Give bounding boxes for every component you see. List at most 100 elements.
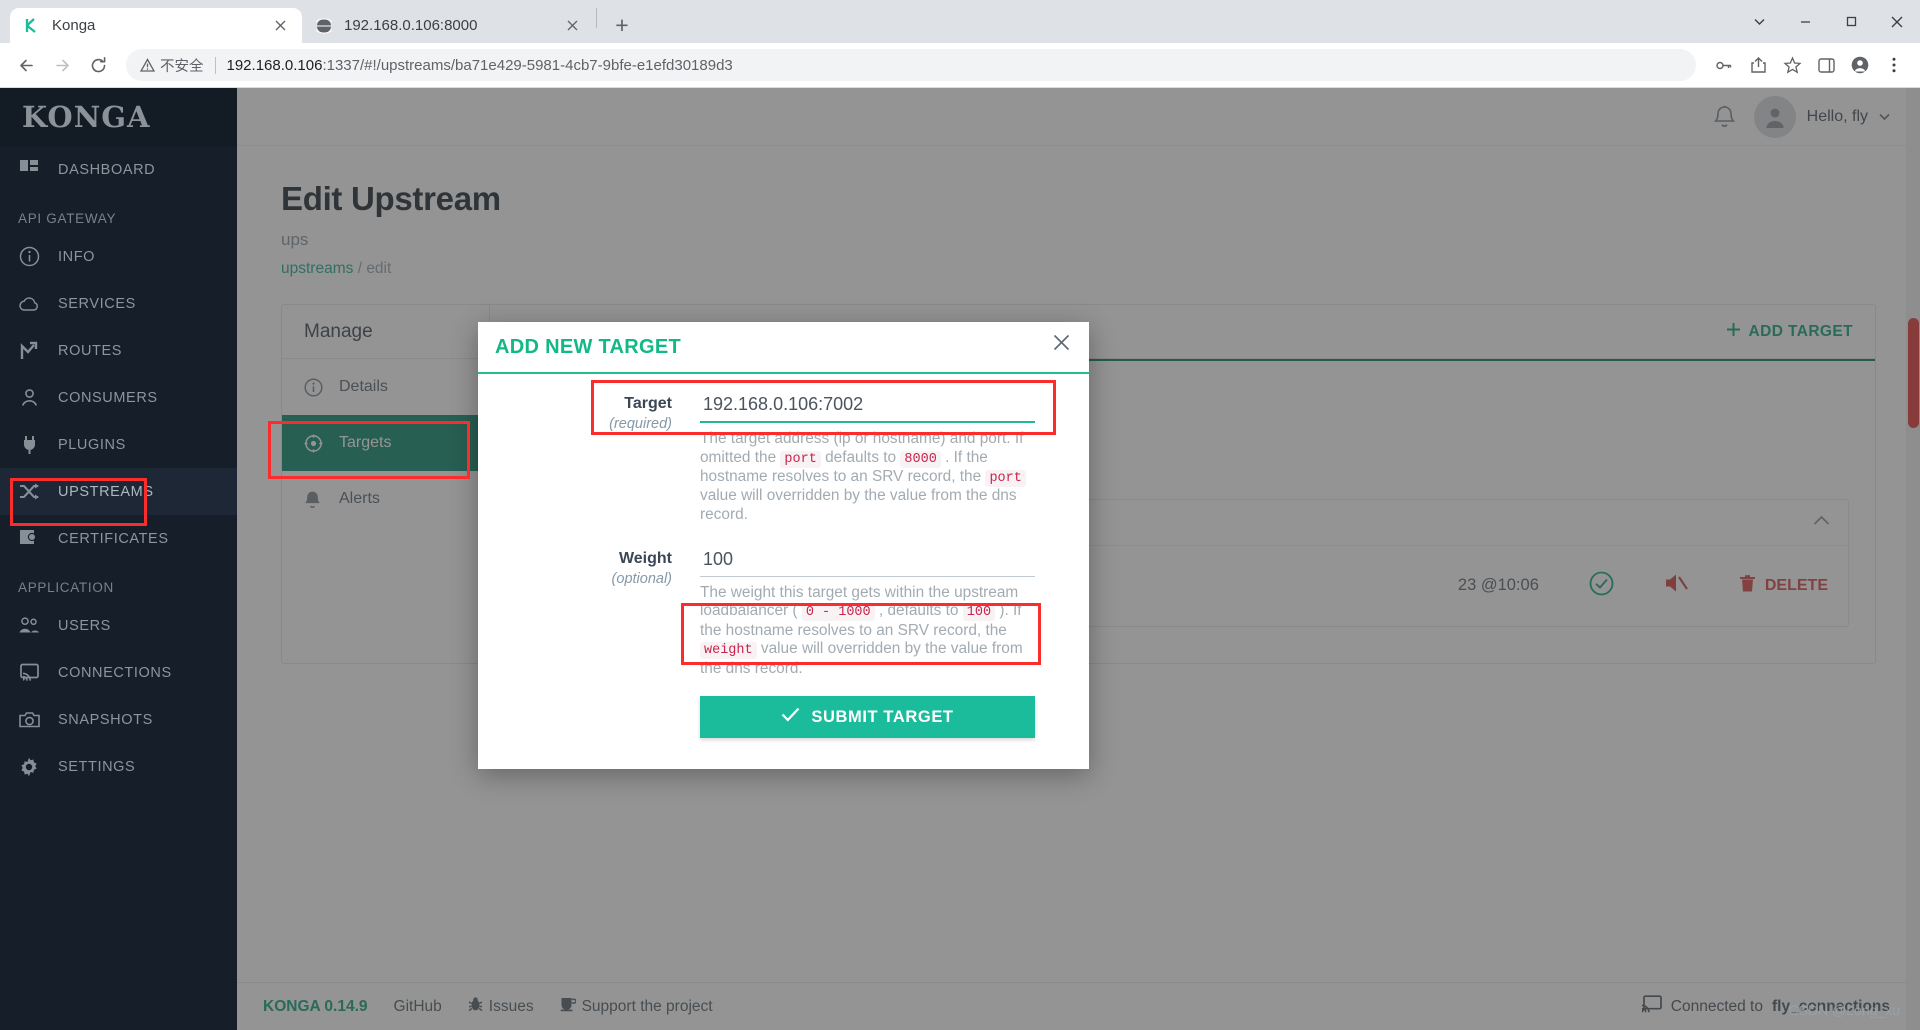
warning-icon (140, 57, 155, 72)
menu-icon[interactable] (1878, 49, 1910, 81)
address-bar[interactable]: 不安全 192.168.0.106:1337/#!/upstreams/ba71… (126, 49, 1696, 81)
sidebar-item-users[interactable]: USERS (0, 602, 237, 649)
sidebar-item-consumers[interactable]: CONSUMERS (0, 374, 237, 421)
field-weight-labels: Weight (optional) (478, 547, 700, 679)
target-input-underline (700, 421, 1035, 423)
globe-favicon (314, 16, 334, 36)
add-target-modal: ADD NEW TARGET Target (required) 192.168… (478, 322, 1089, 769)
security-indicator[interactable]: 不安全 (140, 55, 204, 76)
sidebar-item-connections[interactable]: CONNECTIONS (0, 649, 237, 696)
field-weight-label: Weight (618, 549, 672, 567)
modal-header: ADD NEW TARGET (478, 322, 1089, 374)
password-key-icon[interactable] (1708, 49, 1740, 81)
close-icon[interactable] (270, 16, 290, 36)
field-target-control: The target address (ip or hostname) and … (700, 392, 1035, 525)
omnibox-divider (214, 56, 216, 74)
browser-tab-title: 192.168.0.106:8000 (344, 17, 478, 34)
browser-tab-konga[interactable]: Konga (10, 8, 302, 43)
submit-row: SUBMIT TARGET (478, 696, 1035, 739)
users-icon (18, 615, 40, 637)
help-code-8000: 8000 (900, 450, 941, 468)
browser-tab-title: Konga (52, 17, 96, 34)
close-window-button[interactable] (1874, 0, 1920, 43)
user-icon (18, 387, 40, 409)
sidebar-item-label: DASHBOARD (58, 161, 156, 178)
field-weight-requirement: (optional) (611, 570, 672, 587)
back-button[interactable] (10, 49, 42, 81)
submit-label: SUBMIT TARGET (811, 707, 954, 726)
sidebar-item-label: SETTINGS (58, 758, 136, 775)
plug-icon (18, 434, 40, 456)
browser-tabstrip: Konga 192.168.0.106:8000 + (0, 0, 1920, 43)
browser-window: Konga 192.168.0.106:8000 + 不安全 192.168.0… (0, 0, 1920, 1030)
sidebar-item-label: CERTIFICATES (58, 530, 169, 547)
sidepanel-icon[interactable] (1810, 49, 1842, 81)
brand-logo: KONGA (0, 88, 237, 146)
forward-button[interactable] (46, 49, 78, 81)
bookmark-star-icon[interactable] (1776, 49, 1808, 81)
field-weight-help: The weight this target gets within the u… (700, 584, 1035, 679)
sidebar-item-plugins[interactable]: PLUGINS (0, 421, 237, 468)
sidebar-item-settings[interactable]: SETTINGS (0, 743, 237, 790)
target-input[interactable] (700, 392, 1035, 421)
chevron-down-icon[interactable] (1736, 0, 1782, 43)
sidebar: KONGA DASHBOARD API GATEWAY INFO SERVICE… (0, 88, 237, 1030)
reload-button[interactable] (82, 49, 114, 81)
connection-icon (18, 662, 40, 684)
share-icon[interactable] (1742, 49, 1774, 81)
help-code-weight: weight (700, 642, 757, 660)
sidebar-item-label: SNAPSHOTS (58, 711, 153, 728)
sidebar-item-label: ROUTES (58, 342, 123, 359)
url-host: 192.168.0.106 (226, 56, 323, 74)
weight-input[interactable] (700, 546, 1035, 576)
sidebar-item-info[interactable]: INFO (0, 233, 237, 280)
help-text-2: , defaults to (874, 602, 963, 620)
shuffle-icon (18, 481, 40, 503)
info-icon (18, 246, 40, 268)
sidebar-section-application: APPLICATION (18, 580, 114, 595)
submit-target-button[interactable]: SUBMIT TARGET (700, 696, 1035, 739)
help-code-range: 0 - 1000 (801, 604, 875, 622)
browser-tab-192-168-0-106-8000[interactable]: 192.168.0.106:8000 (302, 8, 594, 43)
camera-icon (18, 709, 40, 731)
sidebar-item-services[interactable]: SERVICES (0, 280, 237, 327)
sidebar-section-api-gateway: API GATEWAY (18, 211, 117, 226)
minimize-button[interactable] (1782, 0, 1828, 43)
sidebar-item-label: SERVICES (58, 295, 136, 312)
field-target-label: Target (624, 395, 672, 412)
field-target-requirement: (required) (609, 416, 672, 432)
sidebar-item-dashboard[interactable]: DASHBOARD (0, 146, 237, 193)
field-weight: Weight (optional) The weight this target… (478, 546, 1035, 679)
field-weight-control: The weight this target gets within the u… (700, 546, 1035, 679)
certificate-icon (18, 528, 40, 550)
help-code-100: 100 (962, 604, 996, 622)
sidebar-item-routes[interactable]: ROUTES (0, 327, 237, 374)
sidebar-item-certificates[interactable]: CERTIFICATES (0, 515, 237, 562)
help-code-port-2: port (985, 469, 1026, 487)
check-icon (781, 707, 800, 727)
sidebar-item-label: UPSTREAMS (58, 483, 154, 500)
url-text: 192.168.0.106:1337/#!/upstreams/ba71e429… (227, 57, 733, 74)
field-target: Target (required) The target address (ip… (478, 392, 1035, 525)
help-text-2: defaults to (820, 448, 901, 466)
window-controls (1736, 0, 1920, 43)
konga-app: KONGA DASHBOARD API GATEWAY INFO SERVICE… (0, 88, 1920, 1030)
watermark: CSDN @Long_xu (1788, 1002, 1901, 1018)
sidebar-item-label: PLUGINS (58, 436, 126, 453)
field-target-help: The target address (ip or hostname) and … (700, 430, 1035, 525)
browser-toolbar: 不安全 192.168.0.106:1337/#!/upstreams/ba71… (0, 43, 1920, 88)
profile-icon[interactable] (1844, 49, 1876, 81)
url-path: :1337/#!/upstreams/ba71e429-5981-4cb7-9b… (322, 56, 733, 74)
tab-divider (596, 8, 597, 28)
help-code-port: port (780, 450, 821, 468)
field-target-labels: Target (required) (478, 392, 700, 525)
sidebar-item-label: CONSUMERS (58, 389, 158, 406)
help-text-6: value will overridden by the value from … (700, 487, 1017, 523)
close-icon[interactable] (1047, 328, 1075, 356)
sidebar-item-snapshots[interactable]: SNAPSHOTS (0, 696, 237, 743)
maximize-button[interactable] (1828, 0, 1874, 43)
close-icon[interactable] (562, 16, 582, 36)
sidebar-item-upstreams[interactable]: UPSTREAMS (0, 468, 237, 515)
new-tab-button[interactable]: + (605, 8, 639, 42)
routes-icon (18, 340, 40, 362)
